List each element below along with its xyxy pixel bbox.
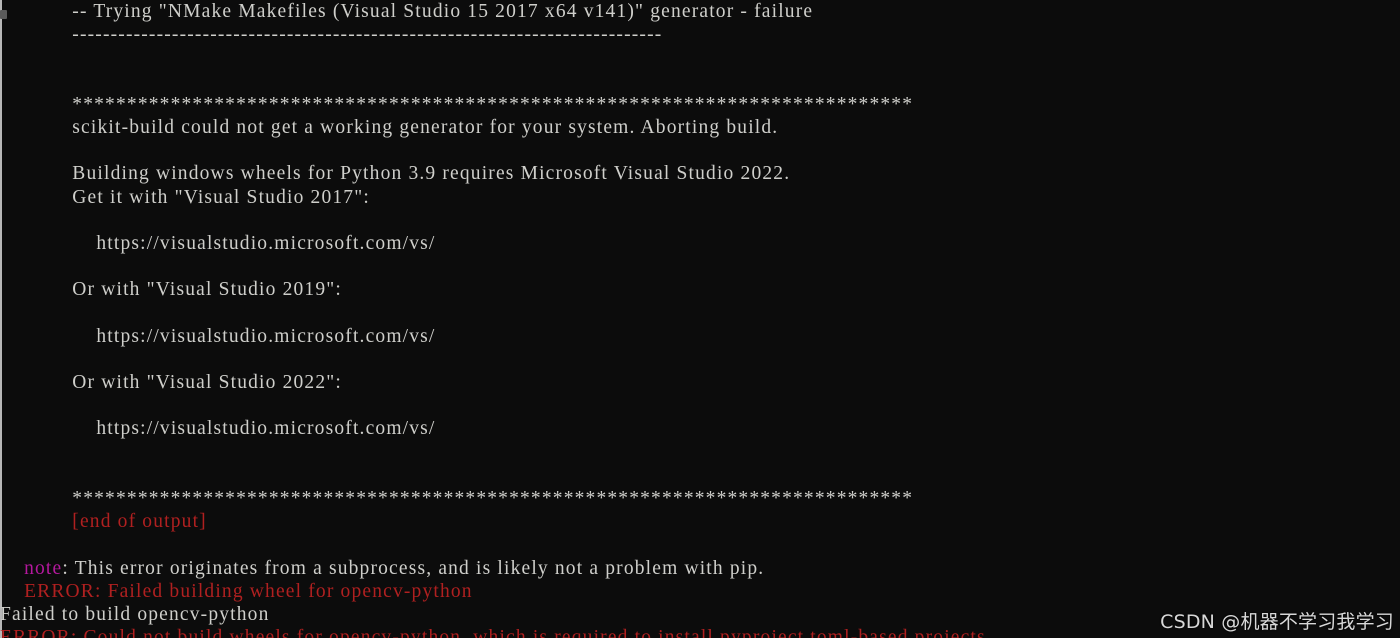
line-building-wheels-requires: Building windows wheels for Python 3.9 r… xyxy=(0,162,1400,185)
terminal-output-area[interactable]: -- Trying "NMake Makefiles (Visual Studi… xyxy=(0,0,1400,638)
line-trying-generator-seg-0: -- Trying "NMake Makefiles (Visual Studi… xyxy=(72,1,814,22)
line-rule-stars-top-seg-0: ****************************************… xyxy=(72,93,914,115)
line-rule-dashes: ----------------------------------------… xyxy=(0,23,1400,46)
line-blank-6 xyxy=(0,301,1400,324)
line-or-with-2022: Or with "Visual Studio 2022": xyxy=(0,371,1400,394)
line-scikit-build-abort-seg-0: scikit-build could not get a working gen… xyxy=(72,116,779,138)
line-failed-to-build: Failed to build opencv-python xyxy=(0,603,1400,626)
line-or-with-2019: Or with "Visual Studio 2019": xyxy=(0,278,1400,301)
line-url-2019-seg-0: https://visualstudio.microsoft.com/vs/ xyxy=(96,325,436,347)
line-error-failed-building-wheel-seg-0: ERROR: Failed building wheel for opencv-… xyxy=(24,580,473,602)
line-rule-stars-top: ****************************************… xyxy=(0,93,1400,116)
line-blank-2 xyxy=(0,70,1400,93)
line-note-subprocess-seg-1: : This error originates from a subproces… xyxy=(62,557,765,579)
line-or-with-2019-seg-0: Or with "Visual Studio 2019": xyxy=(72,279,342,301)
line-error-could-not-build-wheels-seg-0: ERROR: Could not build wheels for opencv… xyxy=(0,627,986,638)
line-blank-10 xyxy=(0,464,1400,487)
line-url-2017-seg-0: https://visualstudio.microsoft.com/vs/ xyxy=(96,232,436,254)
line-get-it-with-2017: Get it with "Visual Studio 2017": xyxy=(0,186,1400,209)
line-building-wheels-requires-seg-0: Building windows wheels for Python 3.9 r… xyxy=(72,163,791,185)
line-blank-9 xyxy=(0,441,1400,464)
line-error-failed-building-wheel: ERROR: Failed building wheel for opencv-… xyxy=(0,580,1400,603)
line-rule-stars-bottom-seg-0: ****************************************… xyxy=(72,487,914,509)
line-end-of-output-seg-0: [end of output] xyxy=(72,511,207,533)
line-note-subprocess-seg-0: note xyxy=(24,557,63,579)
line-trying-generator: -- Trying "NMake Makefiles (Visual Studi… xyxy=(0,0,1400,23)
line-rule-stars-bottom: ****************************************… xyxy=(0,487,1400,510)
line-url-2022-seg-0: https://visualstudio.microsoft.com/vs/ xyxy=(96,418,436,440)
line-blank-4 xyxy=(0,209,1400,232)
line-failed-to-build-seg-0: Failed to build opencv-python xyxy=(0,603,270,625)
line-error-could-not-build-wheels: ERROR: Could not build wheels for opencv… xyxy=(0,626,1400,638)
line-rule-dashes-seg-0: ----------------------------------------… xyxy=(72,24,663,46)
line-url-2022: https://visualstudio.microsoft.com/vs/ xyxy=(0,417,1400,440)
line-scikit-build-abort: scikit-build could not get a working gen… xyxy=(0,116,1400,139)
line-blank-8 xyxy=(0,394,1400,417)
line-url-2017: https://visualstudio.microsoft.com/vs/ xyxy=(0,232,1400,255)
line-blank-7 xyxy=(0,348,1400,371)
line-end-of-output: [end of output] xyxy=(0,510,1400,533)
line-blank-11 xyxy=(0,533,1400,556)
terminal-window[interactable]: -- Trying "NMake Makefiles (Visual Studi… xyxy=(0,0,1400,638)
line-get-it-with-2017-seg-0: Get it with "Visual Studio 2017": xyxy=(72,186,370,208)
line-blank-1 xyxy=(0,46,1400,69)
line-url-2019: https://visualstudio.microsoft.com/vs/ xyxy=(0,325,1400,348)
line-blank-3 xyxy=(0,139,1400,162)
line-note-subprocess: note: This error originates from a subpr… xyxy=(0,557,1400,580)
line-blank-5 xyxy=(0,255,1400,278)
line-or-with-2022-seg-0: Or with "Visual Studio 2022": xyxy=(72,372,342,393)
